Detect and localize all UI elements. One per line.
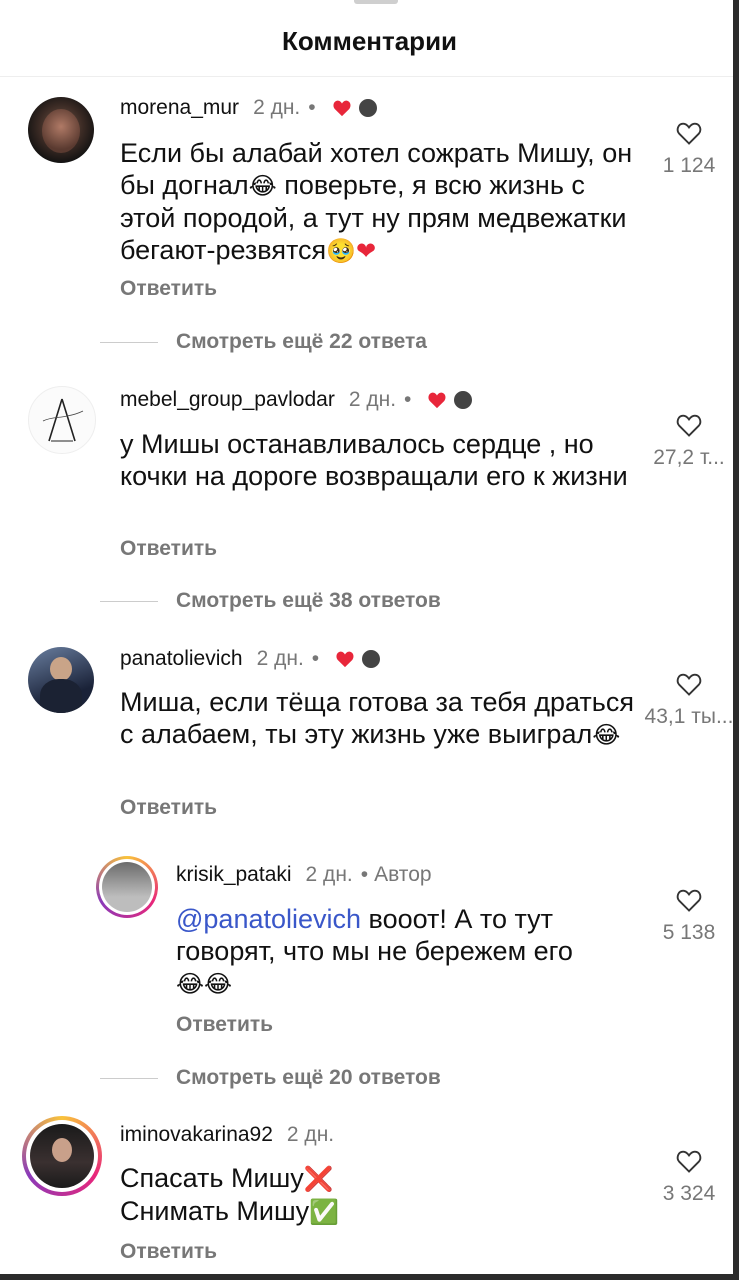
reply-button[interactable]: Ответить [176, 1013, 273, 1037]
comment-meta: iminovakarina92 2 дн. [120, 1123, 334, 1147]
laughing-emoji: 😂 [592, 721, 621, 749]
comment-meta: panatolievich 2 дн. • [120, 647, 382, 671]
page-title: Комментарии [281, 26, 458, 56]
heart-outline-icon [676, 414, 702, 437]
like-count: 27,2 т... [653, 446, 725, 469]
comment-text: у Мишы останавливалось сердце , но кочки… [120, 429, 628, 491]
reply-button[interactable]: Ответить [120, 1240, 217, 1264]
comment-time: 2 дн. [253, 96, 301, 119]
avatar[interactable] [28, 97, 94, 163]
comment-time: 2 дн. [286, 1123, 335, 1146]
reply-button[interactable]: Ответить [120, 537, 217, 561]
reply-text: @panatolievich вооот! А то тут говорят, … [176, 904, 573, 998]
comment-text: Спасать Мишу❌ Снимать Мишу✅ [120, 1163, 340, 1226]
reply-button[interactable]: Ответить [120, 277, 217, 301]
like-button[interactable]: 1 124 [644, 120, 734, 178]
avatar[interactable] [28, 647, 94, 713]
heart-filled-icon [333, 100, 351, 117]
comment-time: 2 дн. [348, 388, 397, 411]
reply-meta: krisik_pataki 2 дн. • Автор [176, 863, 432, 887]
heart-filled-icon [428, 392, 446, 409]
avatar[interactable] [28, 386, 96, 454]
reply-button[interactable]: Ответить [120, 796, 217, 820]
author-badge: Автор [374, 863, 432, 886]
reply-username[interactable]: krisik_pataki [176, 863, 292, 887]
heart-filled-icon [336, 651, 354, 668]
creator-avatar [357, 98, 378, 118]
comment-username[interactable]: panatolievich [120, 647, 243, 671]
comment-time: 2 дн. [256, 647, 304, 670]
mention-link[interactable]: @panatolievich [176, 904, 361, 934]
divider [0, 76, 733, 77]
view-more-replies[interactable]: Смотреть ещё 38 ответов [100, 589, 441, 613]
brand-logo [42, 398, 84, 442]
pleading-emoji: 🥹 [326, 237, 357, 265]
comment-meta: mebel_group_pavlodar 2 дн. • [120, 388, 474, 412]
creator-avatar [361, 649, 382, 669]
laughing-emoji: 😂 [248, 172, 277, 200]
like-button[interactable]: 5 138 [644, 887, 734, 945]
like-count: 43,1 ты... [644, 705, 734, 728]
red-heart-emoji: ❤ [356, 237, 377, 265]
like-count: 1 124 [662, 154, 716, 177]
cross-mark-emoji: ❌ [303, 1165, 334, 1193]
comment-meta: morena_mur 2 дн. • [120, 96, 378, 120]
like-button[interactable]: 27,2 т... [644, 412, 734, 470]
laughing-emoji: 😂😂 [176, 970, 233, 998]
heart-outline-icon [676, 122, 702, 145]
like-count: 5 138 [662, 921, 716, 944]
avatar[interactable] [22, 1116, 102, 1196]
comment-username[interactable]: iminovakarina92 [120, 1123, 273, 1147]
like-button[interactable]: 43,1 ты... [644, 671, 734, 729]
check-mark-emoji: ✅ [309, 1198, 340, 1226]
like-button[interactable]: 3 324 [644, 1148, 734, 1206]
avatar[interactable] [96, 856, 158, 918]
heart-outline-icon [676, 1150, 702, 1173]
view-more-replies[interactable]: Смотреть ещё 22 ответа [100, 330, 427, 354]
creator-avatar [453, 390, 474, 410]
comment-username[interactable]: mebel_group_pavlodar [120, 388, 335, 412]
like-count: 3 324 [662, 1182, 716, 1205]
comment-username[interactable]: morena_mur [120, 96, 239, 120]
drag-handle[interactable] [354, 0, 398, 4]
heart-outline-icon [676, 673, 702, 696]
reply-time: 2 дн. [305, 863, 353, 886]
view-more-replies[interactable]: Смотреть ещё 20 ответов [100, 1066, 441, 1090]
heart-outline-icon [676, 889, 702, 912]
comment-text: Миша, если тёща готова за тебя драться с… [120, 687, 634, 749]
comment-text: Если бы алабай хотел сожрать Мишу, он бы… [120, 138, 633, 265]
